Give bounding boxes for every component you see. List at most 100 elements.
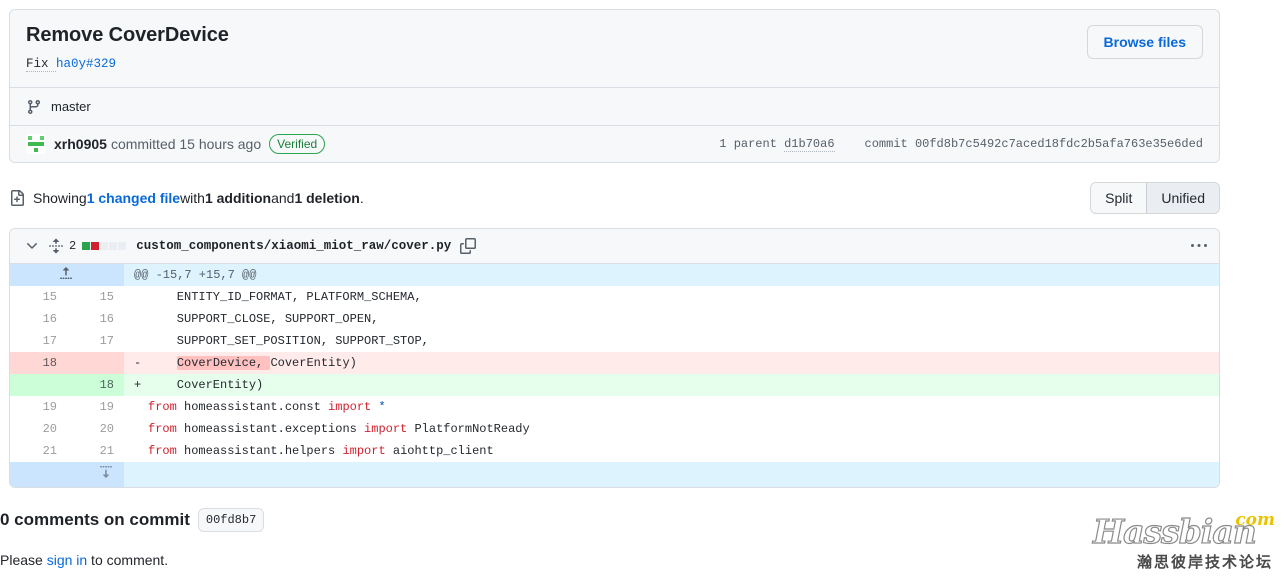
diff-marker [134,397,148,417]
file-path[interactable]: custom_components/xiaomi_miot_raw/cover.… [136,239,451,253]
diff-hunk-header-row: @@ -15,7 +15,7 @@ [10,264,1219,286]
diff-code-line: - CoverDevice, CoverEntity) [124,352,1219,374]
line-number-old[interactable]: 17 [10,330,67,352]
commit-title: Remove CoverDevice [26,24,229,46]
watermark-brand-text: Hassbian [1092,512,1257,551]
comments-commit-sha: 00fd8b7 [197,508,265,532]
diff-expand-bottom-spacer [124,462,1219,487]
line-number-old[interactable]: 21 [10,440,67,462]
line-number-new[interactable]: 15 [67,286,124,308]
commit-page: Remove CoverDevice Fix ha0y#329 Browse f… [0,0,1281,577]
line-number-new[interactable]: 16 [67,308,124,330]
showing-and: and [271,190,295,206]
diff-stat-square-neutral [109,242,118,250]
diff-toolbar: Showing 1 changed file with 1 addition a… [9,182,1220,214]
diff-stat-bar [82,242,127,250]
commit-message-row: Remove CoverDevice Fix ha0y#329 Browse f… [10,10,1219,87]
diff-code-line: ENTITY_ID_FORMAT, PLATFORM_SCHEMA, [124,286,1219,308]
avatar[interactable] [26,134,46,155]
diff-stat-square-del [91,242,100,250]
verified-badge[interactable]: Verified [269,134,326,155]
split-view-button[interactable]: Split [1091,183,1147,213]
diff-row-deletion: 18 - CoverDevice, CoverEntity) [10,352,1219,374]
sign-in-link[interactable]: sign in [47,552,87,568]
expand-up-button[interactable] [10,264,124,286]
commit-label: commit [864,137,908,152]
diff-code-line: + CoverEntity) [124,374,1219,396]
signin-suffix: to comment. [87,552,169,568]
word-diff-removed: CoverDevice, [176,356,271,370]
commit-description: Fix ha0y#329 [26,55,1071,73]
line-number-new[interactable]: 19 [67,396,124,418]
file-diff-header: 2 custom_components/xiaomi_miot_raw/cove… [10,229,1219,264]
line-number-new[interactable]: 17 [67,330,124,352]
diff-stat-square-neutral [118,242,127,250]
commit-sha-group: commit 00fd8b7c5492c7aced18fdc2b5afa763e… [865,137,1203,151]
diff-marker [134,309,148,329]
commit-header-card: Remove CoverDevice Fix ha0y#329 Browse f… [9,9,1220,164]
chevron-down-icon[interactable] [24,238,40,254]
line-number-new[interactable]: 21 [67,440,124,462]
expand-up-icon [18,265,114,283]
commit-branch-row: master [10,87,1219,125]
watermark-tld: com [1235,510,1275,530]
commit-sha-full[interactable]: 00fd8b7c5492c7aced18fdc2b5afa763e35e6ded [915,137,1203,151]
commit-sha-block: 1 parent d1b70a6 commit 00fd8b7c5492c7ac… [689,137,1203,153]
line-number-old[interactable] [10,374,67,396]
file-diff-card: 2 custom_components/xiaomi_miot_raw/cove… [9,228,1220,488]
changed-file-link[interactable]: 1 changed file [87,190,180,206]
line-number-new[interactable]: 20 [67,418,124,440]
diff-row-context: 15 15 ENTITY_ID_FORMAT, PLATFORM_SCHEMA, [10,286,1219,308]
comments-title: 0 comments on commit [0,510,190,529]
expand-down-button[interactable] [10,462,124,487]
commit-author-name[interactable]: xrh0905 [54,136,107,152]
diff-stat-icon [48,238,64,254]
line-number-old[interactable]: 18 [10,352,67,374]
commit-timestamp: committed 15 hours ago [110,136,262,153]
signin-prompt: Please sign in to comment. [0,552,168,568]
diff-row-context: 16 16 SUPPORT_CLOSE, SUPPORT_OPEN, [10,308,1219,330]
line-number-new[interactable] [67,352,124,374]
diff-row-context: 20 20 from homeassistant.exceptions impo… [10,418,1219,440]
diff-marker [134,331,148,351]
commit-message: Remove CoverDevice Fix ha0y#329 [26,23,1071,73]
showing-prefix: Showing [33,190,87,206]
diff-row-context: 17 17 SUPPORT_SET_POSITION, SUPPORT_STOP… [10,330,1219,352]
file-diff-icon [9,190,25,206]
comments-header: 0 comments on commit 00fd8b7 [0,508,265,532]
git-branch-icon [26,99,42,115]
diff-marker: - [134,356,142,370]
deletions-count: 1 deletion [294,190,360,206]
diff-marker [134,441,148,461]
line-number-old[interactable]: 15 [10,286,67,308]
line-number-old[interactable]: 16 [10,308,67,330]
copy-icon[interactable] [460,238,477,254]
branch-name[interactable]: master [51,99,91,114]
line-number-new[interactable]: 18 [67,374,124,396]
line-number-old[interactable]: 19 [10,396,67,418]
diff-marker: + [134,378,142,392]
commit-description-text: Fix [26,57,57,72]
diff-code-line: SUPPORT_SET_POSITION, SUPPORT_STOP, [124,330,1219,352]
commit-meta-row: xrh0905 committed 15 hours ago Verified … [10,125,1219,163]
parent-label: 1 parent [719,137,777,152]
line-number-old[interactable]: 20 [10,418,67,440]
watermark-subtitle: 瀚思彼岸技术论坛 [1136,553,1273,571]
parent-sha[interactable]: d1b70a6 [784,137,835,153]
additions-count: 1 addition [204,190,272,206]
diff-code-line: from homeassistant.const import * [124,396,1219,418]
unified-view-button[interactable]: Unified [1146,183,1219,213]
diff-expand-bottom-row [10,462,1219,487]
commit-author-block: xrh0905 committed 15 hours ago Verified [26,134,689,155]
parent-commit-group: 1 parent d1b70a6 [719,137,835,153]
kebab-horizontal-icon[interactable] [1191,238,1207,254]
diff-view-toggle: Split Unified [1090,182,1220,214]
browse-files-button[interactable]: Browse files [1086,25,1203,59]
diff-table: @@ -15,7 +15,7 @@ 15 15 ENTITY_ID_FORMAT… [10,264,1219,487]
diff-code-line: from homeassistant.exceptions import Pla… [124,418,1219,440]
showing-summary: Showing 1 changed file with 1 addition a… [9,190,1090,206]
expand-down-icon [98,466,114,483]
commit-description-issue-link[interactable]: ha0y#329 [56,57,116,71]
diff-stat-square-neutral [100,242,109,250]
showing-mid: with [180,190,205,206]
